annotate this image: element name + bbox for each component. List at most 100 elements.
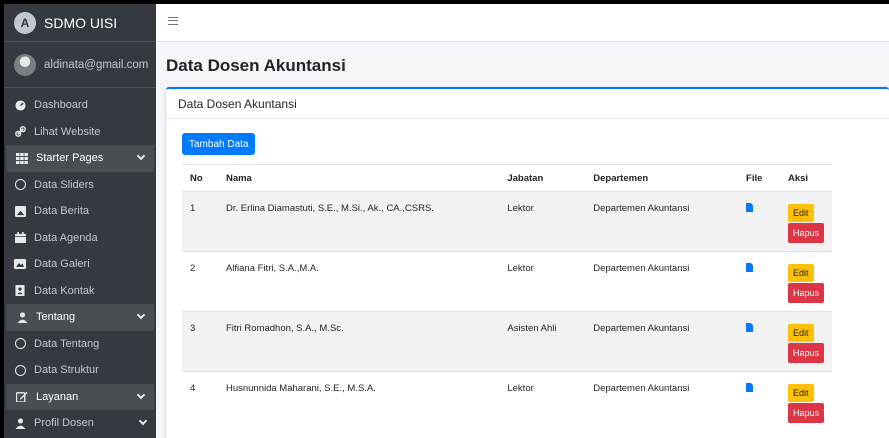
column-header-departemen: Departemen — [585, 164, 739, 192]
page-title: Data Dosen Akuntansi — [166, 56, 346, 75]
sidebar-item-label: Data Tentang — [34, 337, 100, 350]
delete-button[interactable]: Hapus — [787, 343, 824, 363]
sidebar-item-label: Data Kontak — [34, 284, 95, 297]
sidebar-item-label: Data Galeri — [34, 258, 90, 271]
cell-departemen: Departemen Akuntansi — [585, 191, 739, 252]
delete-button[interactable]: Hapus — [787, 223, 824, 243]
user-email: aldinata@gmail.com — [44, 58, 149, 71]
sidebar-item-label: Lihat Website — [34, 125, 101, 138]
user-icon — [16, 311, 28, 323]
cell-no: 1 — [182, 191, 218, 252]
cell-no: 2 — [182, 251, 218, 312]
edit-button[interactable]: Edit — [787, 324, 814, 342]
table-row: 1 Dr. Erlina Diamastuti, S.E., M.Si., Ak… — [182, 191, 832, 252]
cell-no: 3 — [182, 311, 218, 372]
chevron-down-icon — [138, 416, 148, 426]
cell-jabatan: Lektor — [499, 191, 586, 252]
sidebar-item-label: Starter Pages — [36, 152, 104, 165]
sidebar-item-data-sliders[interactable]: Data Sliders — [4, 172, 156, 199]
sidebar: A SDMO UISI aldinata@gmail.com Dashboard… — [4, 4, 156, 438]
dosen-table: No Nama Jabatan Departemen File Aksi 1 D… — [182, 164, 832, 432]
column-header-nama: Nama — [217, 164, 500, 192]
chevron-down-icon — [136, 151, 146, 161]
cell-jabatan: Lektor — [499, 251, 586, 312]
edit-button[interactable]: Edit — [787, 384, 814, 402]
cell-file — [738, 371, 780, 432]
sidebar-item-label: Tentang — [36, 311, 76, 324]
sidebar-item-label: Data Sliders — [34, 178, 94, 191]
file-icon[interactable] — [746, 263, 754, 272]
add-data-button[interactable]: Tambah Data — [182, 133, 256, 155]
cell-departemen: Departemen Akuntansi — [585, 371, 739, 432]
contact-icon — [14, 285, 26, 297]
edit-button[interactable]: Edit — [787, 204, 814, 222]
file-icon[interactable] — [746, 203, 754, 212]
sidebar-item-data-berita[interactable]: Data Berita — [4, 198, 156, 225]
delete-button[interactable]: Hapus — [787, 283, 824, 303]
file-icon[interactable] — [746, 323, 754, 332]
sidebar-item-label: Data Struktur — [34, 364, 99, 377]
table-row: 2 Alfiana Fitri, S.A.,M.A. Lektor Depart… — [182, 251, 832, 312]
cell-no: 4 — [182, 371, 218, 432]
cell-aksi: Edit Hapus — [779, 371, 832, 432]
link-icon — [14, 126, 26, 138]
column-header-file: File — [738, 164, 780, 192]
cell-nama: Husnunnida Maharani, S.E., M.S.A. — [217, 371, 500, 432]
cell-departemen: Departemen Akuntansi — [585, 251, 739, 312]
table-row: 3 Fitri Romadhon, S.A., M.Sc. Asisten Ah… — [182, 311, 832, 372]
sidebar-item-label: Profil Dosen — [34, 417, 94, 430]
file-icon[interactable] — [746, 383, 754, 392]
image-icon — [14, 205, 26, 217]
circle-icon — [14, 364, 26, 376]
column-header-no: No — [182, 164, 218, 192]
sidebar-item-layanan[interactable]: Layanan — [6, 383, 154, 410]
sidebar-item-label: Data Agenda — [34, 231, 98, 244]
cell-nama: Dr. Erlina Diamastuti, S.E., M.Si., Ak.,… — [217, 191, 500, 252]
sidebar-item-dashboard[interactable]: Dashboard — [4, 92, 156, 119]
sidebar-item-tentang[interactable]: Tentang — [6, 304, 154, 331]
data-card: Data Dosen Akuntansi Tambah Data No Nama… — [166, 87, 889, 438]
cell-aksi: Edit Hapus — [779, 311, 832, 372]
brand-logo-icon: A — [14, 11, 36, 34]
sidebar-nav: Dashboard Lihat Website Starter Pages Da… — [4, 88, 156, 437]
circle-icon — [14, 179, 26, 191]
sidebar-item-label: Layanan — [36, 390, 79, 403]
sidebar-item-label: Data Berita — [34, 205, 90, 218]
cell-nama: Alfiana Fitri, S.A.,M.A. — [217, 251, 500, 312]
gallery-icon — [14, 258, 26, 270]
menu-toggle-icon[interactable] — [168, 17, 178, 25]
sidebar-item-data-kontak[interactable]: Data Kontak — [4, 278, 156, 305]
sidebar-item-data-agenda[interactable]: Data Agenda — [4, 225, 156, 252]
table-row: 4 Husnunnida Maharani, S.E., M.S.A. Lekt… — [182, 371, 832, 432]
sidebar-item-profil-dosen[interactable]: Profil Dosen — [4, 410, 156, 437]
cell-jabatan: Asisten Ahli — [499, 311, 586, 372]
sidebar-item-label: Dashboard — [34, 99, 88, 112]
sidebar-item-starter-pages[interactable]: Starter Pages — [6, 145, 154, 172]
edit-icon — [16, 391, 28, 403]
sidebar-item-data-tentang[interactable]: Data Tentang — [4, 331, 156, 358]
circle-icon — [14, 338, 26, 350]
delete-button[interactable]: Hapus — [787, 403, 824, 423]
chevron-down-icon — [136, 310, 146, 320]
sidebar-item-data-struktur[interactable]: Data Struktur — [4, 357, 156, 384]
chevron-down-icon — [136, 390, 146, 399]
dashboard-icon — [14, 99, 26, 111]
edit-button[interactable]: Edit — [787, 264, 814, 282]
cell-file — [738, 191, 780, 252]
column-header-aksi: Aksi — [779, 164, 832, 192]
sidebar-item-lihat-website[interactable]: Lihat Website — [4, 119, 156, 146]
cell-jabatan: Lektor — [499, 371, 586, 432]
brand-link[interactable]: A SDMO UISI — [4, 4, 156, 42]
user-panel[interactable]: aldinata@gmail.com — [4, 42, 156, 88]
app-frame: A SDMO UISI aldinata@gmail.com Dashboard… — [4, 4, 889, 438]
sidebar-item-data-galeri[interactable]: Data Galeri — [4, 251, 156, 278]
brand-name: SDMO UISI — [44, 14, 118, 31]
top-navbar — [156, 4, 889, 42]
card-title: Data Dosen Akuntansi — [166, 89, 889, 119]
cell-file — [738, 251, 780, 312]
cell-aksi: Edit Hapus — [779, 191, 832, 252]
table-header-row: No Nama Jabatan Departemen File Aksi — [182, 164, 832, 192]
cell-departemen: Departemen Akuntansi — [585, 311, 739, 372]
column-header-jabatan: Jabatan — [499, 164, 586, 192]
cell-aksi: Edit Hapus — [779, 251, 832, 312]
